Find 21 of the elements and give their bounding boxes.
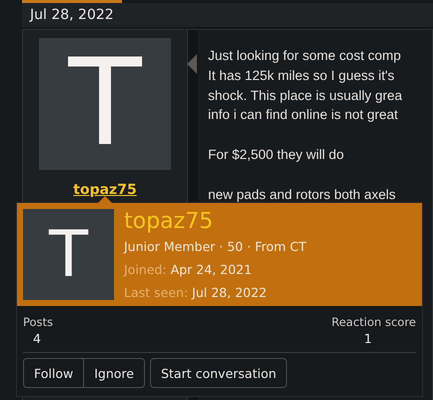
stat-label: Posts (23, 315, 54, 329)
action-button[interactable]: Follow (24, 359, 84, 387)
pointer-icon (187, 54, 197, 74)
member-summary: Junior Member · 50 · From CT (124, 238, 306, 256)
message-text: shock. This place is usually grea (208, 86, 404, 105)
message-text: For $2,500 they will do (208, 146, 345, 164)
action-button[interactable]: Ignore (83, 359, 144, 387)
message-text: Just looking for some cost comp (208, 47, 402, 65)
user-avatar[interactable]: T (39, 38, 171, 170)
post-date: Jul 28, 2022 (30, 7, 114, 23)
stat-value: 4 (33, 331, 41, 346)
member-fact: Last seen: Jul 28, 2022 (124, 284, 268, 302)
message-text: It has 125k miles so I guess it's (208, 66, 396, 85)
username-link[interactable]: topaz75 (73, 182, 137, 198)
member-fact: Joined: Apr 24, 2021 (124, 261, 253, 279)
user-avatar: T (23, 209, 114, 300)
action-button[interactable]: Start conversation (150, 358, 288, 388)
stat-value: 1 (364, 331, 372, 346)
stat-label: Reaction score (331, 315, 416, 329)
message-text: info i can find online is not great (208, 106, 399, 124)
message-text: new pads and rotors both axels (208, 186, 397, 204)
